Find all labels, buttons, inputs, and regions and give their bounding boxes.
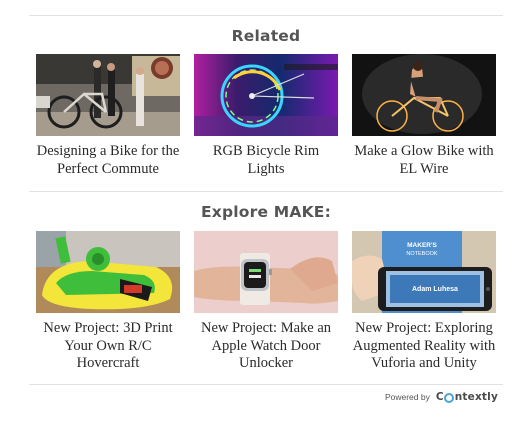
related-caption-rgb-rim-lights[interactable]: RGB Bicycle Rim Lights — [194, 143, 338, 178]
explore-heading: Explore MAKE: — [200, 203, 331, 221]
contextly-logo-suffix: ntextly — [454, 391, 498, 403]
related-caption-bike-commute[interactable]: Designing a Bike for the Perfect Commute — [36, 143, 180, 178]
bike-commute-thumbnail[interactable] — [36, 54, 180, 136]
explore-caption-apple-watch[interactable]: New Project: Make an Apple Watch Door Un… — [194, 320, 338, 373]
hovercraft-thumbnail[interactable] — [36, 231, 180, 313]
contextly-o-icon — [444, 392, 455, 403]
related-heading: Related — [231, 27, 301, 45]
explore-card-augmented-reality[interactable]: MAKER'S NOTEBOOK Adam Luhesa New Project… — [352, 231, 496, 391]
explore-caption-hovercraft[interactable]: New Project: 3D Print Your Own R/C Hover… — [36, 320, 180, 373]
related-grid: Designing a Bike for the Perfect Commute — [36, 54, 496, 214]
contextly-logo[interactable]: Cntextly — [436, 391, 498, 403]
powered-by-contextly[interactable]: Powered by Cntextly — [385, 391, 498, 403]
rgb-rim-lights-thumbnail[interactable] — [194, 54, 338, 136]
powered-by-label: Powered by — [384, 392, 430, 402]
contextly-logo-prefix: C — [435, 391, 444, 403]
ar-phone-thumbnail[interactable]: MAKER'S NOTEBOOK Adam Luhesa — [352, 231, 496, 313]
middle-divider — [29, 191, 503, 192]
explore-caption-augmented-reality[interactable]: New Project: Exploring Augmented Reality… — [352, 320, 496, 373]
explore-card-apple-watch[interactable]: New Project: Make an Apple Watch Door Un… — [194, 231, 338, 391]
related-card-bike-commute[interactable]: Designing a Bike for the Perfect Commute — [36, 54, 180, 214]
apple-watch-thumbnail[interactable] — [194, 231, 338, 313]
explore-card-hovercraft[interactable]: New Project: 3D Print Your Own R/C Hover… — [36, 231, 180, 391]
notebook-title-text: MAKER'S — [407, 242, 437, 249]
related-card-glow-bike[interactable]: Make a Glow Bike with EL Wire — [352, 54, 496, 214]
explore-grid: New Project: 3D Print Your Own R/C Hover… — [36, 231, 496, 391]
related-card-rgb-rim-lights[interactable]: RGB Bicycle Rim Lights — [194, 54, 338, 214]
notebook-subtitle-text: NOTEBOOK — [406, 251, 438, 257]
bottom-divider — [29, 384, 503, 385]
top-divider — [29, 15, 503, 16]
glow-bike-thumbnail[interactable] — [352, 54, 496, 136]
ar-screen-name-text: Adam Luhesa — [412, 286, 458, 293]
related-caption-glow-bike[interactable]: Make a Glow Bike with EL Wire — [352, 143, 496, 178]
